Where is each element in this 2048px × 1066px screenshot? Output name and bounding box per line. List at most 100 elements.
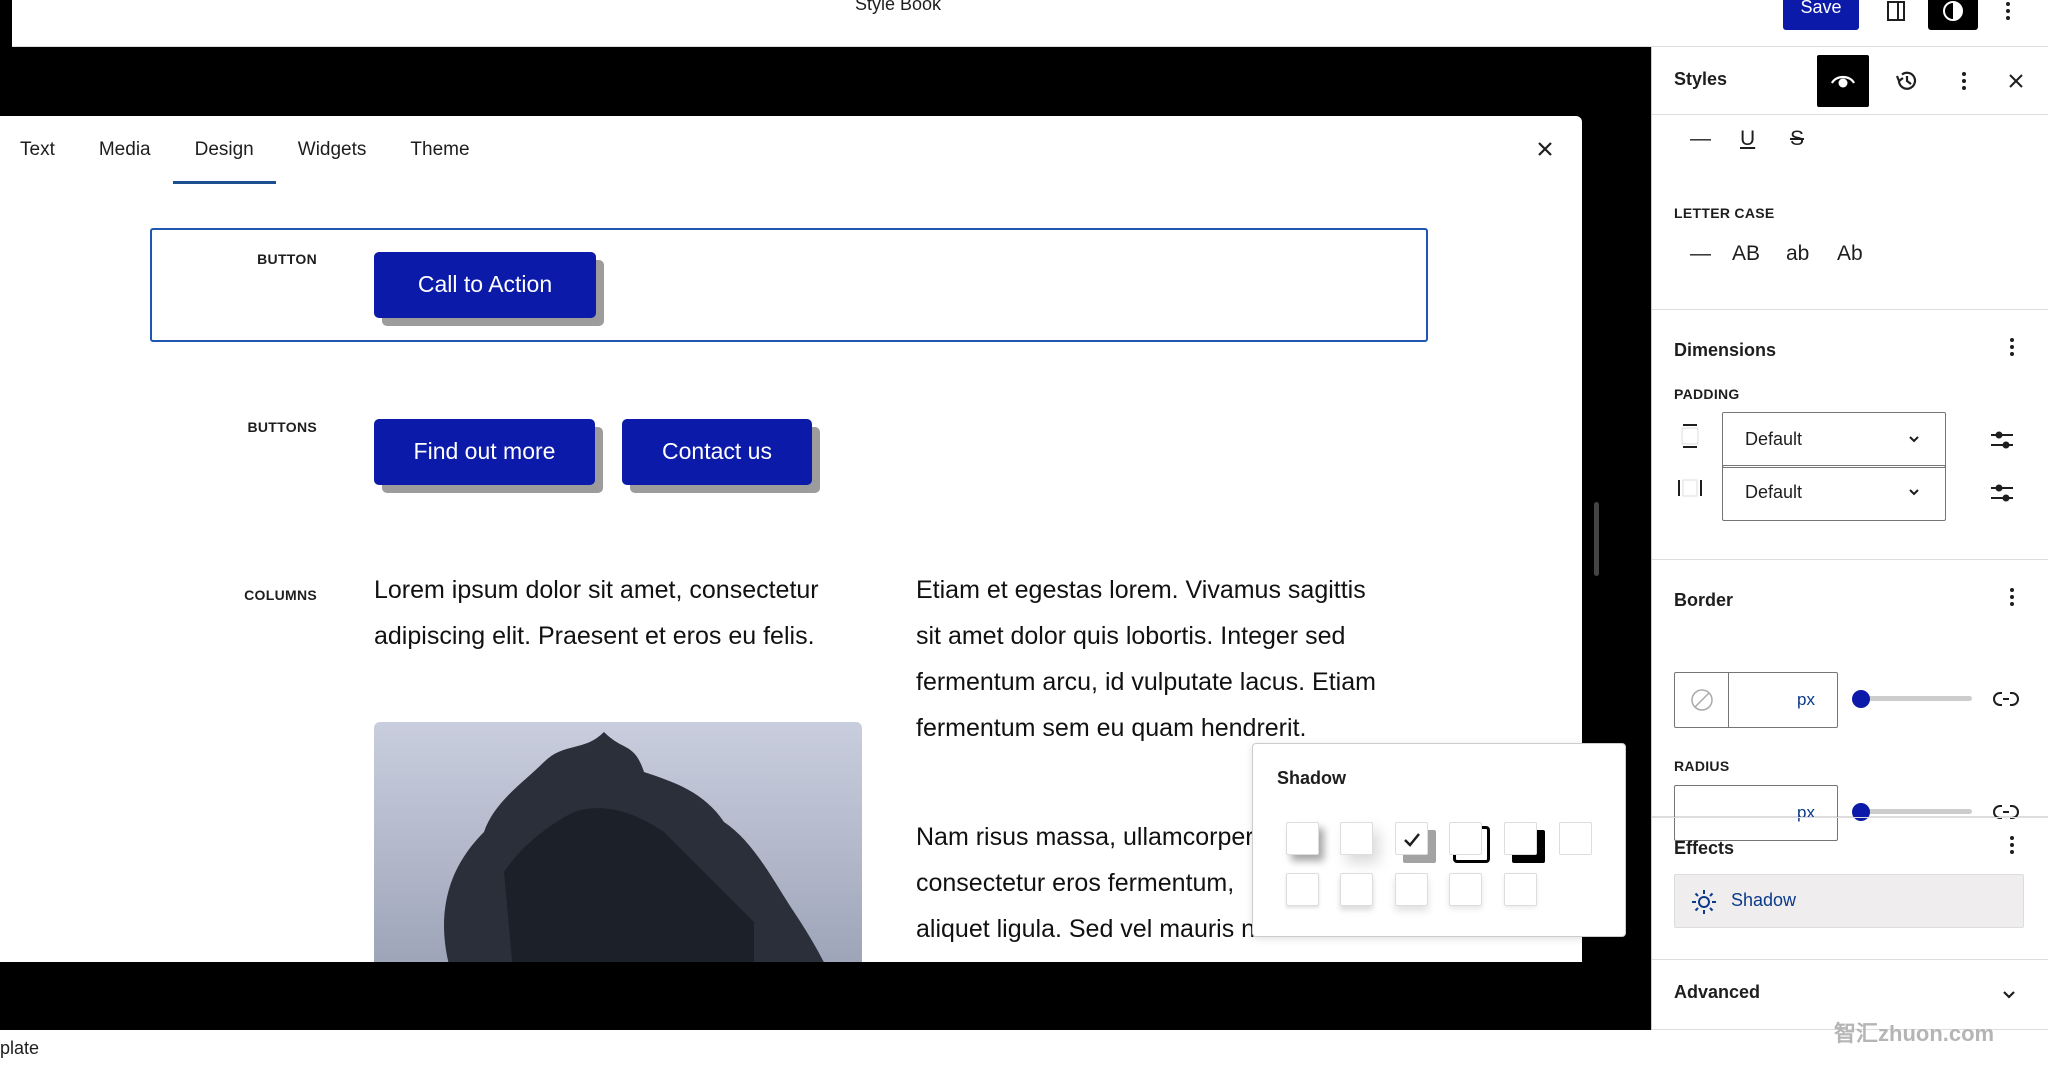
eye-icon [1831, 75, 1855, 88]
shadow-preset-none[interactable] [1559, 822, 1592, 855]
text-line: Lorem ipsum dolor sit amet, consectetur [374, 576, 819, 604]
document-title[interactable]: Style Book [0, 0, 1796, 15]
link-sides-icon[interactable] [1993, 689, 2019, 709]
padding-vertical-select[interactable]: Default [1722, 412, 1946, 468]
dimensions-title: Dimensions [1674, 340, 1777, 360]
canvas-scrollbar[interactable] [1594, 502, 1599, 576]
letter-case-label: LETTER CASE [1674, 205, 1775, 221]
decoration-strikethrough-button[interactable]: S [1790, 127, 1804, 151]
section-label-columns: COLUMNS [244, 587, 317, 603]
custom-padding-horizontal-icon[interactable] [1989, 481, 2015, 505]
effects-panel: Effects Shadow [1652, 817, 2048, 960]
editor-header: Style Book Save [0, 0, 2048, 47]
padding-horizontal-select[interactable]: Default [1722, 465, 1946, 521]
typography-panel: — U S LETTER CASE — AB ab Ab [1652, 115, 2048, 310]
style-book-tabs: Text Media Design Widgets Theme [0, 116, 492, 184]
shadow-preset-custom-4[interactable] [1449, 873, 1482, 906]
close-icon [1538, 142, 1552, 156]
text-line: adipiscing elit. Praesent et eros eu fel… [374, 622, 815, 650]
save-button[interactable]: Save [1783, 0, 1859, 30]
tab-design[interactable]: Design [172, 116, 276, 184]
padding-horizontal-value: Default [1745, 482, 1803, 502]
close-icon [2009, 74, 2023, 88]
sidebar-header: Styles [1652, 47, 2048, 115]
find-out-more-button[interactable]: Find out more [374, 419, 595, 485]
close-style-book-button[interactable] [1530, 134, 1560, 164]
shadow-label: Shadow [1731, 890, 1797, 910]
dimensions-options-button[interactable] [2002, 336, 2022, 364]
custom-padding-vertical-icon[interactable] [1989, 428, 2015, 452]
sidebar-more-button[interactable] [1938, 55, 1990, 107]
shadow-toggle-button[interactable]: Shadow [1674, 874, 2024, 928]
shadow-preset-natural[interactable] [1286, 822, 1319, 855]
border-color-button[interactable] [1675, 673, 1729, 727]
tab-text[interactable]: Text [0, 116, 77, 184]
shadow-preset-sharp[interactable] [1395, 822, 1428, 855]
contact-us-button[interactable]: Contact us [622, 419, 812, 485]
styles-sidebar: Styles — U S LETTER CASE — AB ab Ab Dime… [1651, 47, 2048, 1030]
padding-vertical-icon [1681, 424, 1699, 448]
call-to-action-button[interactable]: Call to Action [374, 252, 596, 318]
border-width-slider-thumb[interactable] [1852, 690, 1870, 708]
border-radius-slider-track[interactable] [1860, 809, 1972, 814]
no-color-icon [1690, 689, 1713, 711]
tab-theme[interactable]: Theme [388, 116, 491, 184]
more-options-icon[interactable] [1988, 0, 2028, 30]
column-image [374, 722, 862, 962]
shadow-preset-custom-2[interactable] [1340, 873, 1373, 906]
more-vertical-icon [1962, 72, 1966, 90]
site-editor: Style Book Save Text Media Design Widget… [0, 0, 2048, 1066]
column-2-paragraph-1: Etiam et egestas lorem. Vivamus sagittis… [916, 567, 1376, 751]
letter-case-uppercase-button[interactable]: AB [1732, 242, 1760, 266]
close-sidebar-button[interactable] [1990, 55, 2042, 107]
advanced-title[interactable]: Advanced [1674, 982, 1760, 1003]
shadow-preset-custom-1[interactable] [1286, 873, 1319, 906]
history-icon [1895, 71, 1917, 90]
more-vertical-icon [2010, 588, 2014, 606]
border-options-button[interactable] [2002, 586, 2022, 614]
button-example-block[interactable] [150, 228, 1428, 342]
padding-horizontal-icon [1678, 479, 1702, 497]
letter-case-none-button[interactable]: — [1690, 242, 1711, 266]
shadow-icon [1692, 890, 1716, 914]
shadow-preset-deep[interactable] [1340, 822, 1373, 855]
tab-widgets[interactable]: Widgets [276, 116, 389, 184]
more-vertical-icon [2010, 338, 2014, 356]
editor-footer: plate [0, 1030, 1651, 1066]
letter-case-capitalize-button[interactable]: Ab [1837, 242, 1863, 266]
column-1-paragraph: Lorem ipsum dolor sit amet, consectetur … [374, 567, 819, 659]
shadow-popover: Shadow [1252, 743, 1626, 937]
breadcrumb[interactable]: plate [0, 1038, 39, 1059]
border-width-unit[interactable]: px [1797, 690, 1815, 710]
effects-options-button[interactable] [2002, 834, 2022, 862]
shadow-preset-outlined[interactable] [1449, 822, 1482, 855]
border-title: Border [1674, 590, 1734, 610]
shadow-preset-custom-3[interactable] [1395, 873, 1428, 906]
tab-media[interactable]: Media [77, 116, 173, 184]
border-width-input[interactable]: px [1674, 672, 1838, 728]
section-label-buttons: BUTTONS [247, 419, 317, 435]
letter-case-lowercase-button[interactable]: ab [1786, 242, 1809, 266]
checkmark-icon [1404, 833, 1420, 847]
chevron-down-icon [1909, 436, 1919, 443]
shadow-preset-custom-5[interactable] [1504, 873, 1537, 906]
effects-title: Effects [1674, 838, 1735, 858]
revisions-button[interactable] [1881, 55, 1933, 107]
radius-label: RADIUS [1674, 758, 1730, 774]
dimensions-panel: Dimensions PADDING Default Default [1652, 310, 2048, 560]
decoration-underline-button[interactable]: U [1740, 127, 1755, 151]
text-line: sit amet dolor quis lobortis. Integer se… [916, 622, 1346, 650]
chevron-down-icon[interactable] [2000, 984, 2018, 1004]
decoration-none-button[interactable]: — [1690, 127, 1711, 151]
shadow-preset-crisp[interactable] [1504, 822, 1537, 855]
text-line: Etiam et egestas lorem. Vivamus sagittis [916, 576, 1366, 604]
padding-label: PADDING [1674, 386, 1740, 402]
styles-contrast-icon[interactable] [1928, 0, 1978, 30]
sidebar-toggle-icon[interactable] [1876, 0, 1916, 30]
sidebar-title: Styles [1674, 69, 1728, 89]
border-width-slider-track[interactable] [1860, 696, 1972, 701]
style-book-toggle-button[interactable] [1817, 55, 1869, 107]
watermark: 智汇zhuon.com [1834, 1021, 1995, 1046]
shadow-popover-title: Shadow [1277, 768, 1347, 788]
border-panel: Border px RADIUS px [1652, 560, 2048, 841]
